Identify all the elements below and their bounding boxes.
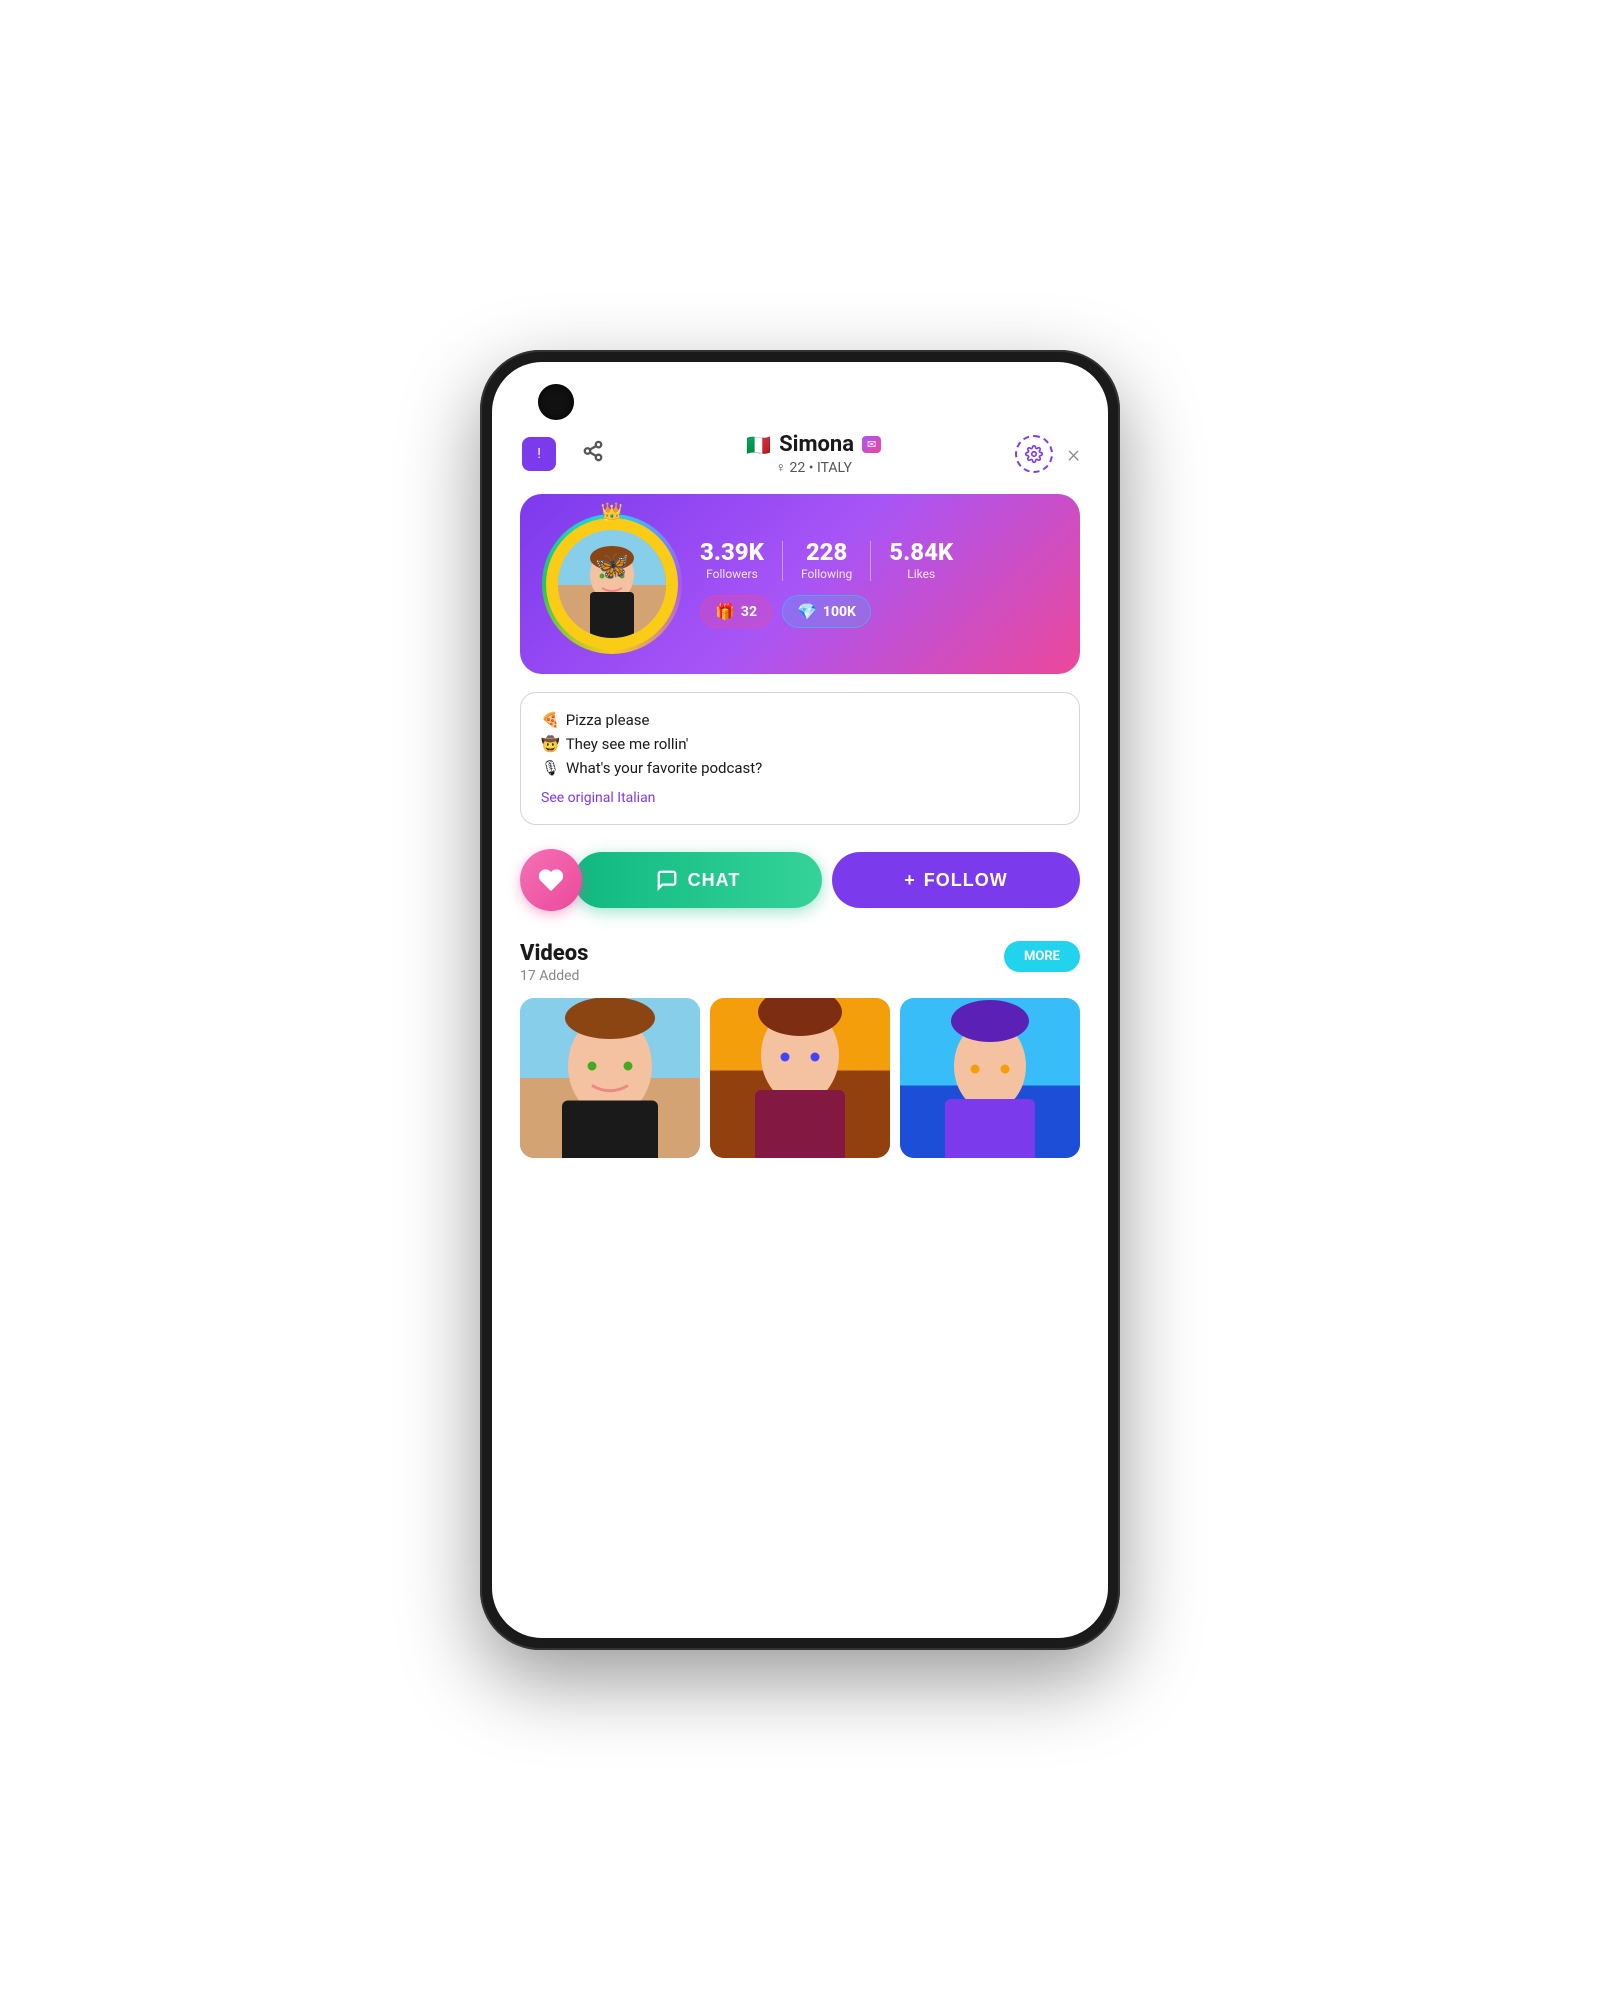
videos-header: Videos 17 Added MORE [520,941,1080,984]
profile-subtitle: ♀ 22 • ITALY [746,459,881,476]
profile-header-center: 🇮🇹 Simona ✉ ♀ 22 • ITALY [746,432,881,476]
avatar-image [558,530,666,638]
stats-row: 3.39K Followers 228 Following 5.84K Like… [700,540,1058,581]
stats-area: 3.39K Followers 228 Following 5.84K Like… [700,540,1058,628]
header-right-actions: × [1015,435,1080,473]
screen-content: ! [492,362,1108,1638]
shield-icon: ! [522,437,556,471]
followers-value: 3.39K [700,540,764,564]
diamonds-badge[interactable]: 💎 100K [782,595,871,628]
following-value: 228 [801,540,852,564]
bio-emoji-1: 🍕 [541,711,560,729]
top-header: ! [520,432,1080,476]
video-thumb-3[interactable] [900,998,1080,1158]
header-left-actions: ! [520,435,612,473]
bio-text-3: What's your favorite podcast? [566,759,762,777]
bio-text-1: Pizza please [566,711,650,729]
more-button[interactable]: MORE [1004,941,1080,972]
gift-icon: 🎁 [715,602,735,621]
avatar-badge-wrap: 🦋 👑 [542,514,682,654]
bio-line-2: 🤠 They see me rollin' [541,735,1059,753]
followers-label: Followers [700,567,764,581]
diamond-icon: 💎 [797,602,817,621]
country: ITALY [817,460,852,476]
videos-title-area: Videos 17 Added [520,941,588,984]
avatar-ring [542,514,682,654]
profile-name: Simona [779,432,854,457]
verified-badge: ✉ [862,436,881,453]
video-thumb-2[interactable] [710,998,890,1158]
chat-button[interactable]: CHAT [574,852,822,908]
follow-label: FOLLOW [924,870,1008,891]
avatar-container: 🦋 👑 [542,514,682,654]
video-thumbnails [520,998,1080,1158]
video-thumb-1[interactable] [520,998,700,1158]
phone-screen: ! [492,362,1108,1638]
shield-label: ! [537,446,541,462]
bio-emoji-2: 🤠 [541,735,560,753]
separator: • [809,460,817,476]
follow-plus-icon: + [904,870,916,891]
videos-section: Videos 17 Added MORE [520,941,1080,1158]
diamonds-count: 100K [823,604,856,620]
bio-line-1: 🍕 Pizza please [541,711,1059,729]
gender-symbol: ♀ [776,460,787,476]
shield-button[interactable]: ! [520,435,558,473]
profile-banner: 🦋 👑 3.39K Followers 228 [520,494,1080,674]
bio-line-3: 🎙 What's your favorite podcast? [541,759,1059,777]
share-icon [582,440,604,468]
videos-count: 17 Added [520,968,588,984]
bio-box: 🍕 Pizza please 🤠 They see me rollin' 🎙 W… [520,692,1080,825]
action-buttons-row: CHAT + FOLLOW [520,849,1080,911]
like-button[interactable] [520,849,582,911]
profile-name-row: 🇮🇹 Simona ✉ [746,432,881,457]
share-button[interactable] [574,435,612,473]
follow-button[interactable]: + FOLLOW [832,852,1080,908]
see-original-link[interactable]: See original Italian [541,790,655,806]
close-icon-symbol: × [1067,440,1080,468]
close-button[interactable]: × [1067,440,1080,468]
bio-text-2: They see me rollin' [566,735,689,753]
phone-device: ! [480,350,1120,1650]
age: 22 [790,460,806,476]
likes-label: Likes [889,567,953,581]
country-flag: 🇮🇹 [746,433,771,457]
likes-value: 5.84K [889,540,953,564]
likes-stat: 5.84K Likes [871,540,971,581]
chat-label: CHAT [688,870,741,891]
videos-title: Videos [520,941,588,966]
settings-button[interactable] [1015,435,1053,473]
following-stat: 228 Following [783,540,870,581]
avatar-yellow-ring [546,518,678,650]
badges-row: 🎁 32 💎 100K [700,595,1058,628]
gifts-badge[interactable]: 🎁 32 [700,595,772,628]
following-label: Following [801,567,852,581]
bio-emoji-3: 🎙 [541,759,560,777]
crown-decoration: 👑 [601,502,623,523]
camera-hole [538,384,574,420]
followers-stat: 3.39K Followers [700,540,782,581]
gifts-count: 32 [741,604,757,620]
